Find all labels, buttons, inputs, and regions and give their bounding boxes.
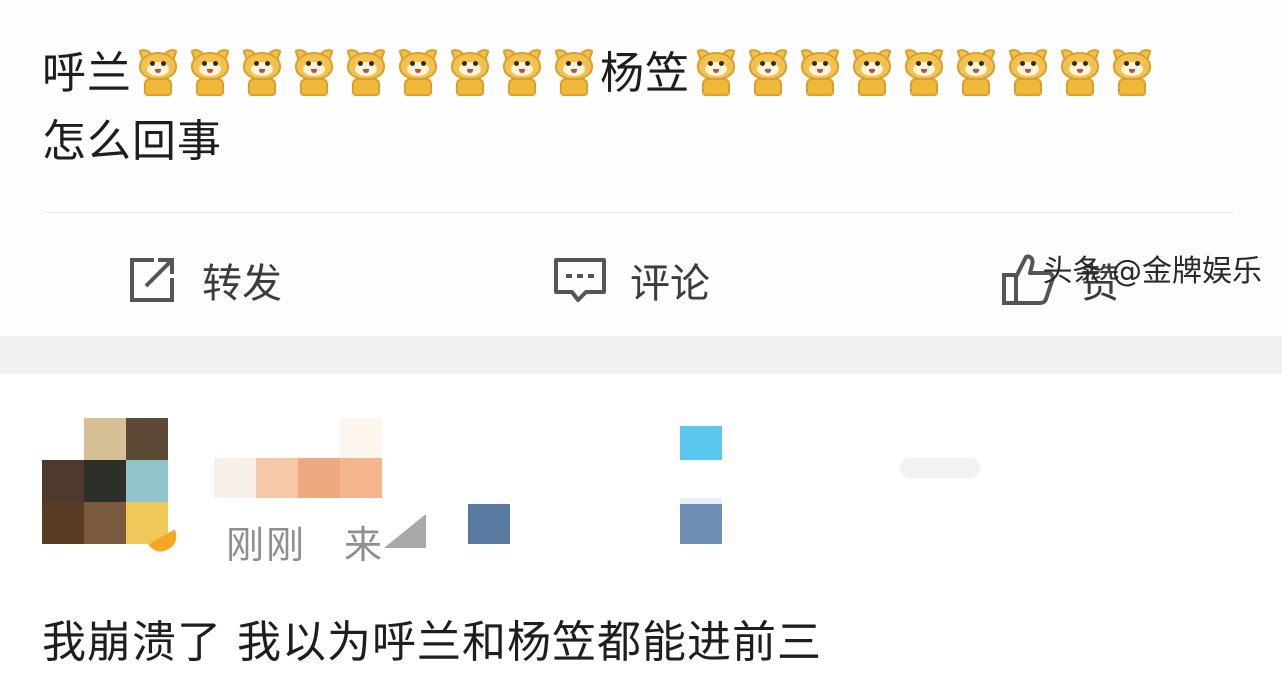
obscured-block bbox=[680, 502, 722, 544]
doge-crying-icon bbox=[500, 46, 544, 96]
doge-crying-icon bbox=[1006, 46, 1050, 96]
post-text-prefix: 呼兰 bbox=[42, 48, 132, 99]
doge-crying-icon bbox=[396, 46, 440, 96]
post-text-suffix: 怎么回事 bbox=[42, 116, 222, 167]
doge-crying-icon bbox=[448, 46, 492, 96]
obscured-username bbox=[214, 458, 382, 498]
doge-crying-icon bbox=[850, 46, 894, 96]
doge-crying-icon bbox=[954, 46, 998, 96]
avatar[interactable] bbox=[42, 418, 168, 546]
emoji-group-1 bbox=[132, 46, 600, 99]
post-text: 呼兰 杨笠 怎么回事 bbox=[42, 40, 1242, 176]
comment-card: 刚刚 来 我崩溃了 我以为呼兰和杨笠都能进前三 bbox=[0, 374, 1282, 678]
repost-icon bbox=[124, 252, 180, 308]
doge-crying-icon bbox=[746, 46, 790, 96]
watermark: 头条 @金牌娱乐 bbox=[1042, 254, 1262, 289]
comment-button[interactable]: 评论 bbox=[552, 240, 710, 320]
obscured-block bbox=[680, 498, 722, 504]
doge-crying-icon bbox=[1110, 46, 1154, 96]
doge-crying-icon bbox=[552, 46, 596, 96]
doge-crying-icon bbox=[798, 46, 842, 96]
comment-time: 刚刚 bbox=[226, 523, 307, 567]
doge-crying-icon bbox=[344, 46, 388, 96]
emoji-group-2 bbox=[690, 46, 1158, 99]
doge-crying-icon bbox=[188, 46, 232, 96]
comment-text: 我崩溃了 我以为呼兰和杨笠都能进前三 bbox=[42, 617, 822, 668]
comment-source: 来 bbox=[344, 523, 383, 567]
post-text-middle: 杨笠 bbox=[600, 48, 690, 99]
doge-crying-icon bbox=[902, 46, 946, 96]
separator-band bbox=[0, 336, 1282, 374]
obscured-block bbox=[340, 418, 382, 458]
comment-icon bbox=[552, 252, 608, 308]
doge-crying-icon bbox=[240, 46, 284, 96]
doge-crying-icon bbox=[1058, 46, 1102, 96]
doge-crying-icon bbox=[136, 46, 180, 96]
obscured-block bbox=[384, 514, 426, 548]
obscured-block bbox=[900, 458, 980, 478]
repost-label: 转发 bbox=[202, 261, 282, 307]
obscured-block bbox=[680, 426, 722, 460]
obscured-block bbox=[468, 504, 510, 544]
comment-label: 评论 bbox=[630, 261, 710, 307]
doge-crying-icon bbox=[694, 46, 738, 96]
repost-button[interactable]: 转发 bbox=[124, 240, 282, 320]
divider bbox=[42, 212, 1234, 213]
doge-crying-icon bbox=[292, 46, 336, 96]
